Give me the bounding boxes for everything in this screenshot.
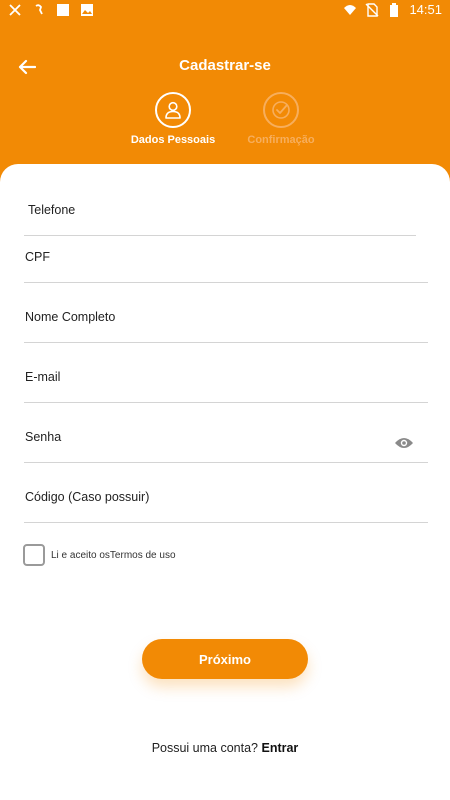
square-icon <box>56 3 70 17</box>
eye-icon[interactable] <box>394 436 414 450</box>
login-prompt: Possui uma conta? Entrar <box>0 741 450 755</box>
codigo-field[interactable]: Código (Caso possuir) <box>24 463 428 523</box>
field-label: E-mail <box>25 370 61 384</box>
login-question: Possui uma conta? <box>151 741 258 755</box>
status-right-icons: 14:51 <box>343 2 442 17</box>
status-left-icons <box>8 3 94 17</box>
xiaomi-icon <box>8 3 22 17</box>
battery-icon <box>387 2 401 17</box>
login-link[interactable]: Entrar <box>261 741 298 755</box>
image-icon <box>80 3 94 17</box>
field-label: Nome Completo <box>25 310 116 324</box>
user-icon <box>165 101 181 119</box>
status-time: 14:51 <box>409 2 442 17</box>
terms-text[interactable]: Li e aceito osTermos de uso <box>51 550 176 561</box>
terms-checkbox[interactable] <box>23 544 45 566</box>
step-dados-pessoais: Dados Pessoais <box>118 92 228 146</box>
step-confirmacao: Confirmação <box>226 92 336 146</box>
next-button[interactable]: Próximo <box>142 639 308 679</box>
senha-field[interactable]: Senha <box>24 403 428 463</box>
wifi-icon <box>343 3 357 17</box>
field-label: Código (Caso possuir) <box>25 490 150 504</box>
nome-completo-field[interactable]: Nome Completo <box>24 283 428 343</box>
form-card: Telefone CPF Nome Completo E-mail Senha … <box>0 164 450 800</box>
step-label: Dados Pessoais <box>130 134 216 146</box>
status-bar: 14:51 <box>0 0 450 22</box>
header: Cadastrar-se Dados Pessoais Confirmação <box>0 22 450 172</box>
field-label: Telefone <box>28 203 76 217</box>
field-label: Senha <box>25 430 62 444</box>
field-label: CPF <box>25 250 50 264</box>
step-icon-circle <box>155 92 191 128</box>
check-circle-icon <box>272 101 290 119</box>
email-field[interactable]: E-mail <box>24 343 428 403</box>
terms-row: Li e aceito osTermos de uso <box>23 544 176 566</box>
step-icon-circle <box>263 92 299 128</box>
headset-icon <box>32 3 46 17</box>
cpf-field[interactable]: CPF <box>24 223 428 283</box>
step-label: Confirmação <box>247 134 315 146</box>
page-title: Cadastrar-se <box>179 57 271 74</box>
no-sim-icon <box>365 2 379 17</box>
